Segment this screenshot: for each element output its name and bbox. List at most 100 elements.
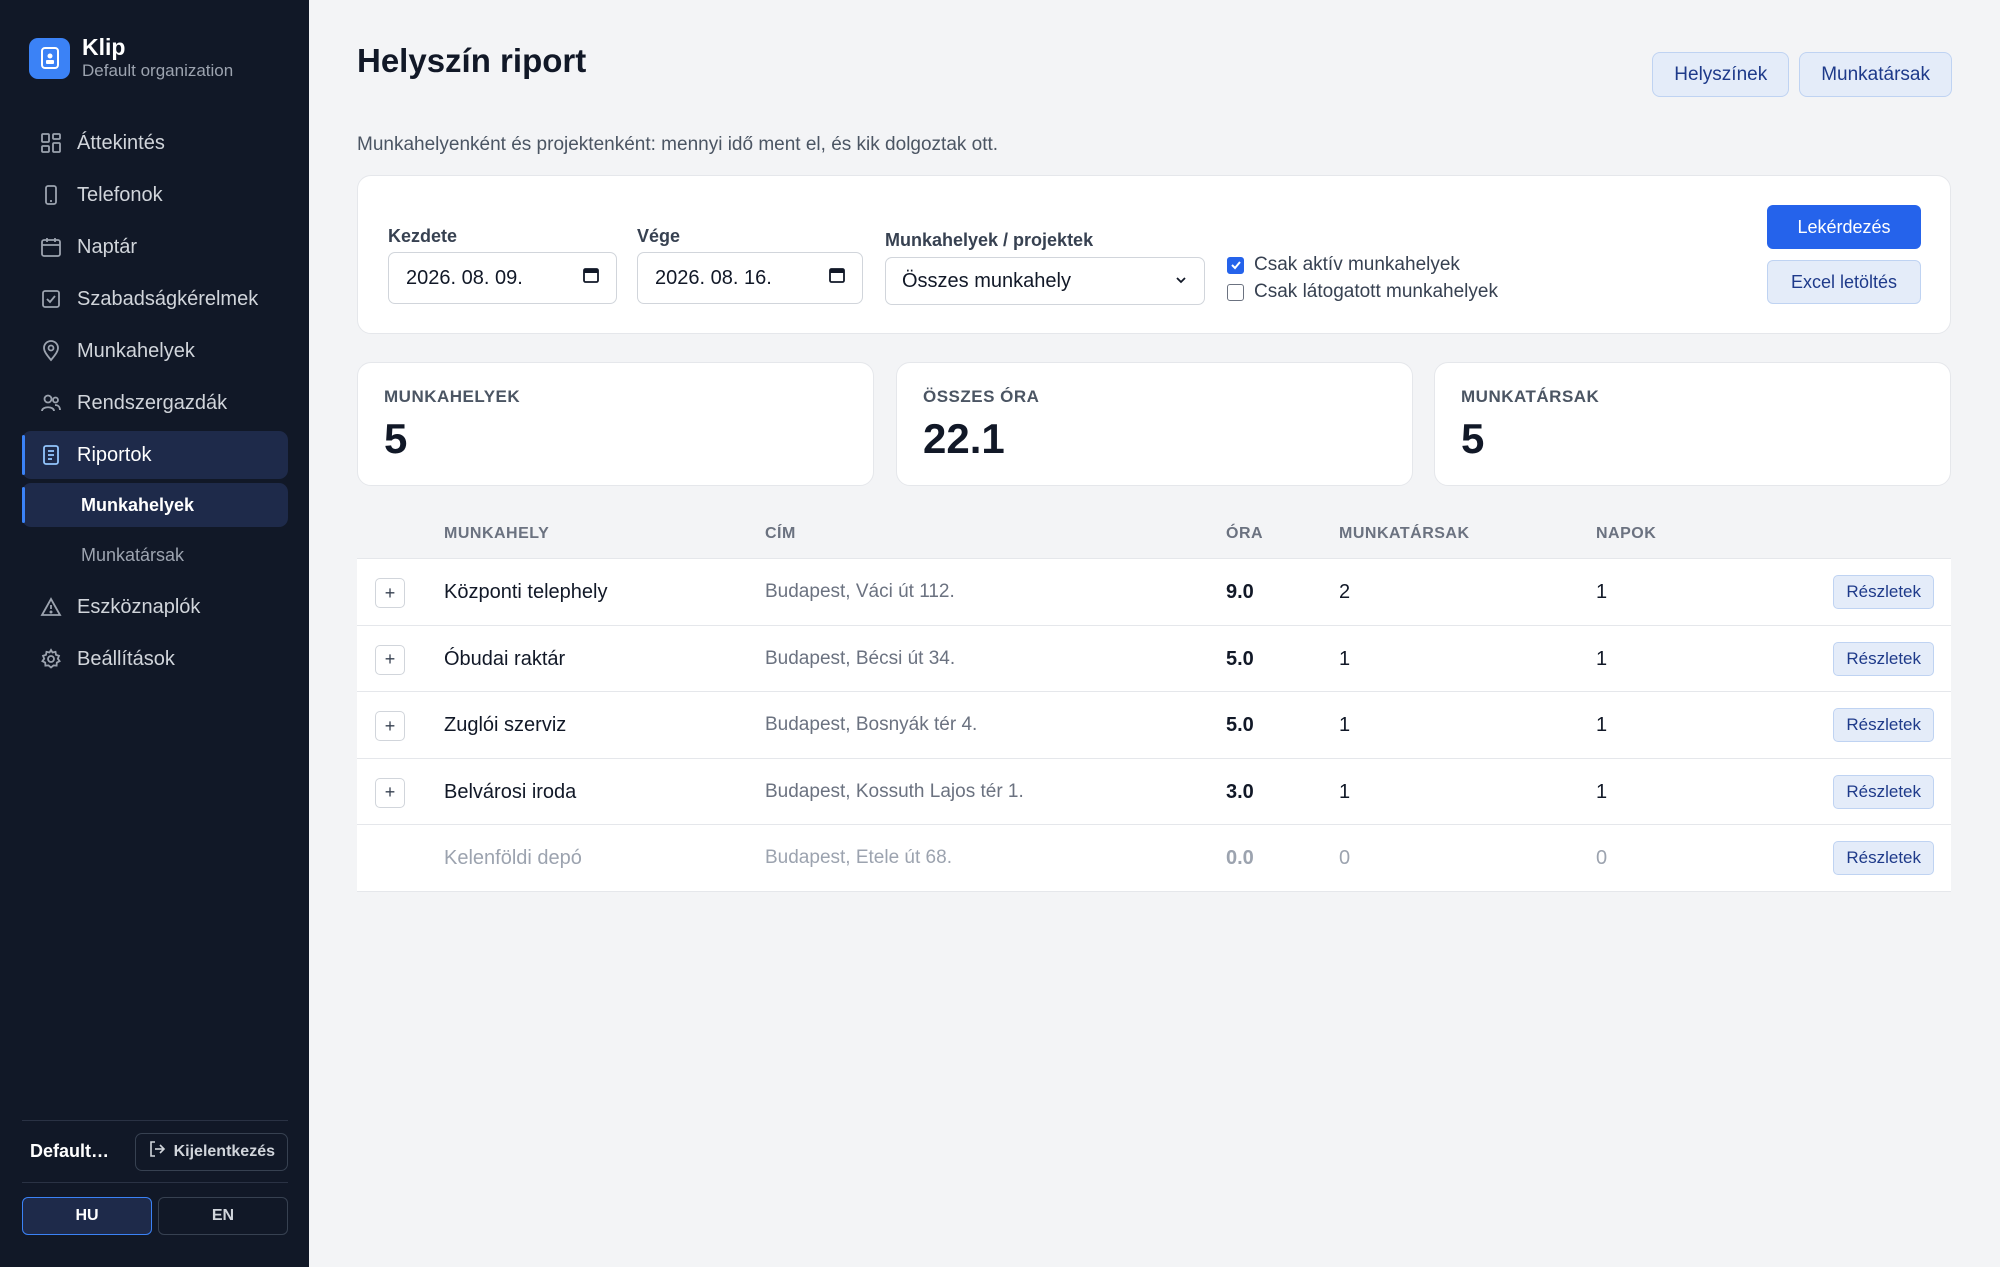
colleagues-button[interactable]: Munkatársak xyxy=(1799,52,1952,97)
site-address: Budapest, Váci út 112. xyxy=(765,581,955,602)
site-name: Óbudai raktár xyxy=(444,647,566,670)
column-header-address[interactable]: CÍM xyxy=(765,525,796,543)
header-actions: Helyszínek Munkatársak xyxy=(1652,52,1952,97)
site-address: Budapest, Bécsi út 34. xyxy=(765,647,956,669)
sidebar: Klip Default organization Áttekintés Tel… xyxy=(0,0,309,1267)
stat-value: 5 xyxy=(384,415,408,462)
stat-card-total-hours: ÖSSZES ÓRA 22.1 xyxy=(896,362,1413,486)
calendar-icon xyxy=(39,235,63,259)
report-document-icon xyxy=(39,443,63,467)
start-date-label: Kezdete xyxy=(388,226,458,246)
brand-name: Klip xyxy=(82,34,126,60)
sites-select[interactable]: Összes munkahely xyxy=(885,257,1205,305)
page-subtitle: Munkahelyenként és projektenként: mennyi… xyxy=(357,134,999,155)
sidebar-item-label: Rendszergazdák xyxy=(77,391,228,414)
sidebar-item-label: Munkahelyek xyxy=(77,339,195,362)
sidebar-item-phones[interactable]: Telefonok xyxy=(22,171,288,219)
site-colleagues: 1 xyxy=(1339,780,1351,803)
warning-triangle-icon xyxy=(39,595,63,619)
stat-card-workplaces: MUNKAHELYEK 5 xyxy=(357,362,874,486)
sites-table: MUNKAHELY CÍM ÓRA MUNKATÁRSAK NAPOK + Kö… xyxy=(357,508,1951,892)
locations-button[interactable]: Helyszínek xyxy=(1652,52,1790,97)
details-button[interactable]: Részletek xyxy=(1833,708,1934,742)
site-address: Budapest, Bosnyák tér 4. xyxy=(765,714,978,735)
logout-button[interactable]: Kijelentkezés xyxy=(134,1132,288,1171)
site-name: Központi telephely xyxy=(444,581,608,603)
gear-icon xyxy=(39,647,63,671)
table-row: Kelenföldi depó Budapest, Etele út 68. 0… xyxy=(357,825,1951,892)
calendar-picker-icon[interactable] xyxy=(582,266,600,290)
sidebar-nav: Áttekintés Telefonok Naptár Szabadságkér… xyxy=(22,119,288,687)
site-days: 1 xyxy=(1596,647,1608,670)
only-active-checkbox[interactable] xyxy=(1227,256,1244,274)
start-date-input[interactable]: 2026. 08. 09. xyxy=(388,252,617,304)
sidebar-item-device-logs[interactable]: Eszköznaplók xyxy=(22,583,288,631)
sidebar-subitem-colleagues[interactable]: Munkatársak xyxy=(22,533,288,577)
only-visited-checkbox[interactable] xyxy=(1227,283,1244,301)
reports-subnav: Munkahelyek Munkatársak xyxy=(22,483,288,577)
only-visited-label: Csak látogatott munkahelyek xyxy=(1254,281,1498,302)
stat-value: 5 xyxy=(1461,415,1485,462)
site-address: Budapest, Kossuth Lajos tér 1. xyxy=(765,780,1024,802)
sidebar-item-calendar[interactable]: Naptár xyxy=(22,223,288,271)
site-hours: 5.0 xyxy=(1226,647,1254,670)
site-hours: 5.0 xyxy=(1226,714,1254,736)
app-logo-icon xyxy=(29,37,70,79)
expand-row-button[interactable]: + xyxy=(375,644,405,675)
details-button[interactable]: Részletek xyxy=(1833,575,1934,609)
details-button[interactable]: Részletek xyxy=(1833,841,1934,875)
table-row: + Óbudai raktár Budapest, Bécsi út 34. 5… xyxy=(357,625,1951,692)
logout-label: Kijelentkezés xyxy=(173,1142,275,1160)
sidebar-item-reports[interactable]: Riportok xyxy=(22,431,288,479)
stat-value: 22.1 xyxy=(923,415,1005,462)
filter-panel: Kezdete 2026. 08. 09. Vége 2026. 08. 16.… xyxy=(357,175,1951,334)
column-header-days[interactable]: NAPOK xyxy=(1596,525,1656,543)
site-hours: 0.0 xyxy=(1226,847,1254,869)
end-date-input[interactable]: 2026. 08. 16. xyxy=(637,252,863,304)
sidebar-item-label: Beállítások xyxy=(77,647,175,670)
only-active-toggle[interactable]: Csak aktív munkahelyek xyxy=(1227,254,1460,276)
table-row: + Központi telephely Budapest, Váci út 1… xyxy=(357,559,1951,626)
language-hu-button[interactable]: HU xyxy=(22,1197,152,1235)
sidebar-item-label: Szabadságkérelmek xyxy=(77,287,259,310)
sidebar-item-label: Eszköznaplók xyxy=(77,595,201,618)
excel-download-button[interactable]: Excel letöltés xyxy=(1767,260,1921,304)
stat-label: ÖSSZES ÓRA xyxy=(923,387,1040,406)
sites-select-label: Munkahelyek / projektek xyxy=(885,230,1094,250)
stat-label: MUNKATÁRSAK xyxy=(1461,387,1600,406)
site-colleagues: 1 xyxy=(1339,714,1351,736)
leave-request-icon xyxy=(39,287,63,311)
query-button[interactable]: Lekérdezés xyxy=(1767,205,1921,249)
logout-icon xyxy=(148,1140,174,1163)
column-header-site[interactable]: MUNKAHELY xyxy=(444,525,549,543)
sites-select-value: Összes munkahely xyxy=(902,269,1071,292)
details-button[interactable]: Részletek xyxy=(1833,774,1934,809)
site-hours: 3.0 xyxy=(1226,780,1254,803)
expand-row-button[interactable]: + xyxy=(375,578,405,608)
sidebar-item-workplaces[interactable]: Munkahelyek xyxy=(22,327,288,375)
users-icon xyxy=(39,391,63,415)
only-visited-toggle[interactable]: Csak látogatott munkahelyek xyxy=(1227,281,1498,303)
sidebar-subitem-workplaces[interactable]: Munkahelyek xyxy=(22,483,288,527)
site-colleagues: 1 xyxy=(1339,647,1351,670)
calendar-picker-icon[interactable] xyxy=(828,266,846,290)
expand-row-button[interactable]: + xyxy=(375,777,405,808)
sidebar-item-settings[interactable]: Beállítások xyxy=(22,635,288,683)
details-button[interactable]: Részletek xyxy=(1833,641,1934,676)
site-name: Belvárosi iroda xyxy=(444,780,577,803)
brand[interactable]: Klip Default organization xyxy=(29,34,233,82)
dashboard-grid-icon xyxy=(39,131,63,155)
sidebar-item-label: Riportok xyxy=(77,443,152,466)
sidebar-item-overview[interactable]: Áttekintés xyxy=(22,119,288,167)
current-user-name: Default organization xyxy=(30,1141,112,1161)
column-header-hours[interactable]: ÓRA xyxy=(1226,525,1263,543)
sidebar-item-admins[interactable]: Rendszergazdák xyxy=(22,379,288,427)
site-colleagues: 0 xyxy=(1339,847,1351,869)
language-en-button[interactable]: EN xyxy=(158,1197,288,1235)
map-pin-icon xyxy=(39,339,63,363)
column-header-colleagues[interactable]: MUNKATÁRSAK xyxy=(1339,525,1470,543)
sidebar-item-label: Telefonok xyxy=(77,183,163,206)
sidebar-item-leave-requests[interactable]: Szabadságkérelmek xyxy=(22,275,288,323)
expand-row-button[interactable]: + xyxy=(375,711,405,741)
site-name: Kelenföldi depó xyxy=(444,847,582,869)
